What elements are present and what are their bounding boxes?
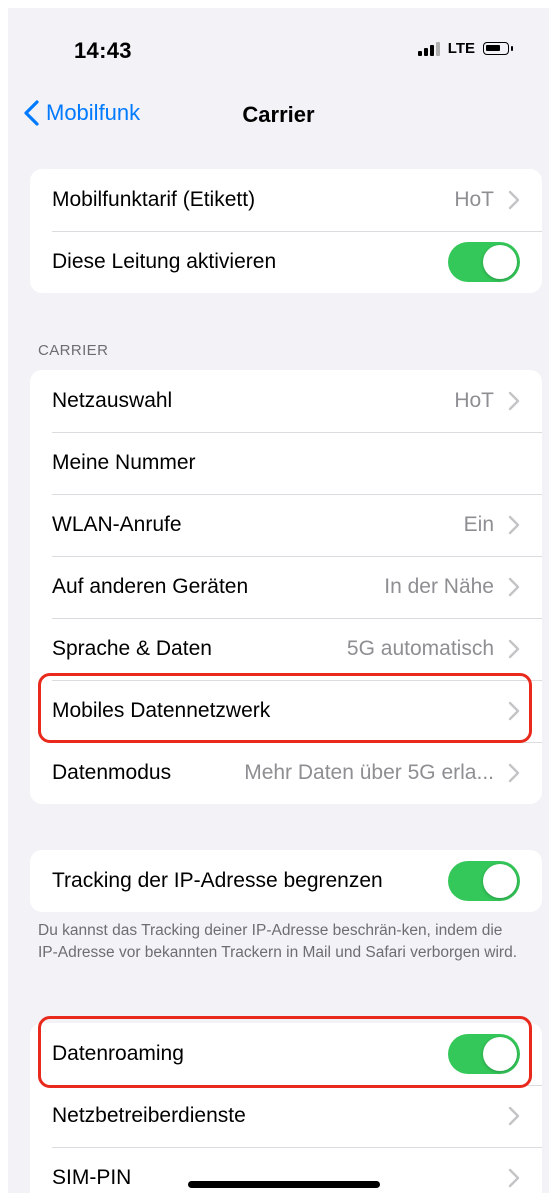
chevron-right-icon (508, 639, 520, 659)
status-bar: 14:43 LTE (8, 8, 549, 88)
row-label: Meine Nummer (52, 451, 196, 474)
row-value: HoT (454, 188, 494, 211)
row-limit-ip-tracking: Tracking der IP-Adresse begrenzen (30, 850, 542, 912)
row-label: Datenmodus (52, 761, 172, 784)
tracking-group: Tracking der IP-Adresse begrenzen (30, 850, 542, 912)
navigation-bar: Mobilfunk Carrier (8, 90, 549, 140)
page-title: Carrier (242, 102, 315, 127)
row-label: Netzauswahl (52, 389, 173, 412)
chevron-right-icon (508, 190, 520, 210)
status-time: 14:43 (74, 38, 132, 63)
row-value: Ein (463, 513, 494, 536)
section-header-carrier: CARRIER (38, 342, 109, 359)
row-label: Netzbetreiberdienste (52, 1104, 246, 1127)
row-label: Sprache & Daten (52, 637, 212, 660)
row-data-mode[interactable]: Datenmodus Mehr Daten über 5G erla... (30, 742, 542, 804)
chevron-right-icon (508, 515, 520, 535)
roaming-group: Datenroaming Netzbetreiberdienste SIM-PI… (30, 1023, 542, 1193)
tracking-footer: Du kannst das Tracking deiner IP-Adresse… (38, 922, 518, 961)
row-value: In der Nähe (384, 575, 494, 598)
row-label: Diese Leitung aktivieren (52, 250, 277, 273)
chevron-right-icon (508, 701, 520, 721)
row-label: Mobiles Datennetzwerk (52, 699, 271, 722)
row-mobile-data-network[interactable]: Mobiles Datennetzwerk (30, 680, 542, 742)
row-label: Tracking der IP-Adresse begrenzen (52, 869, 383, 892)
row-other-devices[interactable]: Auf anderen Geräten In der Nähe (30, 556, 542, 618)
chevron-right-icon (508, 577, 520, 597)
row-label: Datenroaming (52, 1042, 184, 1065)
network-type: LTE (447, 40, 475, 57)
data-roaming-toggle[interactable] (448, 1034, 520, 1074)
activate-line-toggle[interactable] (448, 242, 520, 282)
status-indicators: LTE (417, 40, 513, 57)
chevron-right-icon (508, 1106, 520, 1126)
row-carrier-services[interactable]: Netzbetreiberdienste (30, 1085, 542, 1147)
home-indicator[interactable] (188, 1181, 380, 1188)
row-wifi-calling[interactable]: WLAN-Anrufe Ein (30, 494, 542, 556)
chevron-right-icon (508, 391, 520, 411)
plan-group: Mobilfunktarif (Etikett) HoT Diese Leitu… (30, 169, 542, 293)
row-voice-data[interactable]: Sprache & Daten 5G automatisch (30, 618, 542, 680)
row-label: Auf anderen Geräten (52, 575, 249, 598)
row-label: WLAN-Anrufe (52, 513, 182, 536)
row-label: SIM-PIN (52, 1166, 132, 1189)
row-activate-line: Diese Leitung aktivieren (30, 231, 542, 293)
carrier-group: Netzauswahl HoT Meine Nummer WLAN-Anrufe… (30, 370, 542, 804)
limit-ip-tracking-toggle[interactable] (448, 861, 520, 901)
chevron-right-icon (508, 763, 520, 783)
row-my-number[interactable]: Meine Nummer (30, 432, 542, 494)
row-value: Mehr Daten über 5G erla... (244, 761, 494, 784)
row-label: Mobilfunktarif (Etikett) (52, 188, 256, 211)
chevron-right-icon (508, 1168, 520, 1188)
row-data-roaming: Datenroaming (30, 1023, 542, 1085)
battery-icon (483, 42, 513, 55)
settings-screen: 14:43 LTE Mobilfunk Carrier Mobilfunktar… (8, 8, 549, 1193)
signal-icon (417, 41, 440, 56)
row-plan-label[interactable]: Mobilfunktarif (Etikett) HoT (30, 169, 542, 231)
row-value: HoT (454, 389, 494, 412)
row-value: 5G automatisch (346, 637, 494, 660)
row-network-selection[interactable]: Netzauswahl HoT (30, 370, 542, 432)
